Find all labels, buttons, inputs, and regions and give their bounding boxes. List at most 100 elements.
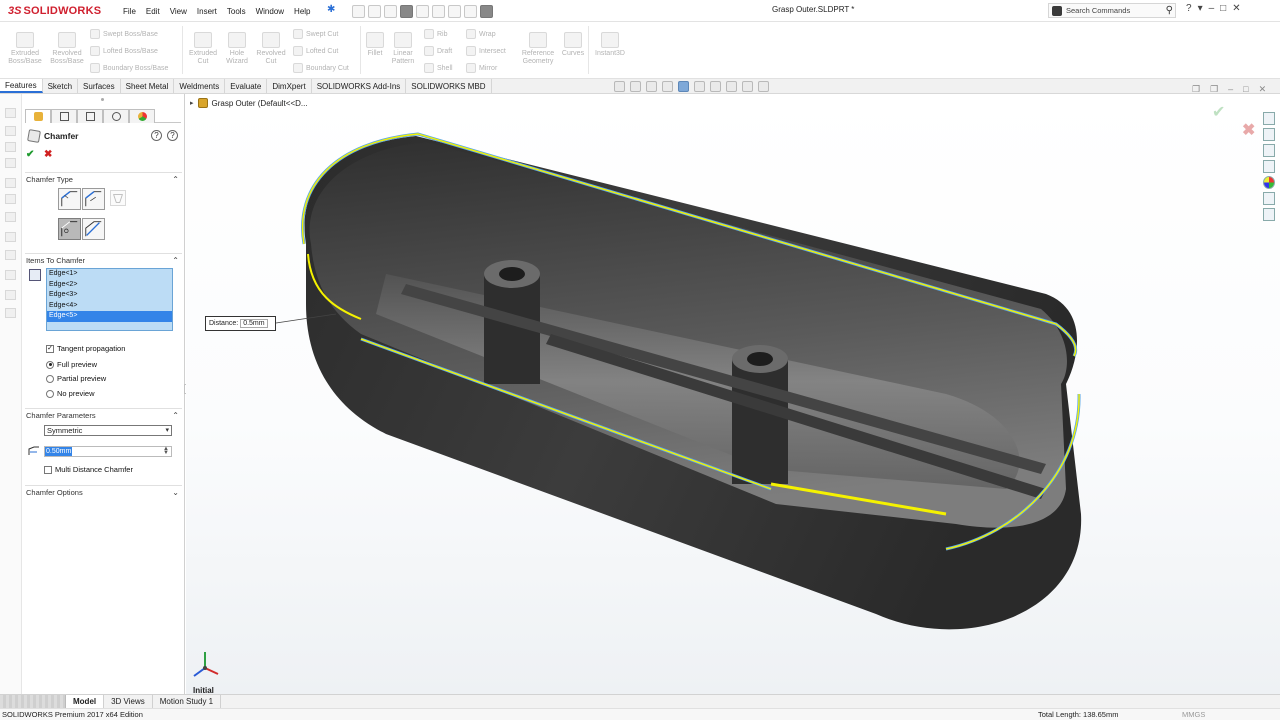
distance-input[interactable]: 0.50mm ▲ ▼ xyxy=(44,446,172,457)
zoom-to-area-icon[interactable] xyxy=(630,81,641,92)
tree-item-icon[interactable] xyxy=(5,142,16,152)
intersect-button[interactable]: Intersect xyxy=(466,46,506,56)
tab-solidworks-mbd[interactable]: SOLIDWORKS MBD xyxy=(406,79,492,93)
rib-button[interactable]: Rib xyxy=(424,29,448,39)
file-explorer-icon[interactable] xyxy=(1263,144,1275,157)
face-face-chamfer-button[interactable] xyxy=(82,218,105,240)
callout-value[interactable]: 0.5mm xyxy=(240,319,268,328)
apply-scene-icon[interactable] xyxy=(742,81,753,92)
chamfer-parameters-group-header[interactable]: Chamfer Parameters ⌃ xyxy=(25,408,182,421)
expand-chevron-icon[interactable]: ⌄ xyxy=(172,488,179,497)
custom-properties-icon[interactable] xyxy=(1263,192,1275,205)
solidworks-logo[interactable]: 3S SOLIDWORKS xyxy=(8,3,101,19)
tab-3d-views[interactable]: 3D Views xyxy=(104,695,153,708)
extruded-cut-button[interactable]: Extruded Cut xyxy=(184,32,222,66)
pin-menu-icon[interactable]: ✱ xyxy=(327,4,335,15)
tab-display-manager[interactable] xyxy=(129,109,155,123)
open-document-icon[interactable] xyxy=(368,4,381,18)
swept-boss-button[interactable]: Swept Boss/Base xyxy=(90,29,158,39)
unit-system-selector[interactable]: MMGS xyxy=(1182,710,1205,719)
instant3d-button[interactable]: Instant3D xyxy=(590,32,630,58)
distance-value[interactable]: 0.50mm xyxy=(45,447,73,456)
chamfer-options-group-header[interactable]: Chamfer Options ⌄ xyxy=(25,485,182,498)
hole-wizard-button[interactable]: Hole Wizard xyxy=(218,32,256,66)
search-scope-icon[interactable] xyxy=(1052,5,1062,16)
tree-item-icon[interactable] xyxy=(5,212,16,222)
revolved-boss-button[interactable]: Revolved Boss/Base xyxy=(48,32,86,66)
menu-file[interactable]: File xyxy=(118,7,141,16)
swept-cut-button[interactable]: Swept Cut xyxy=(293,29,338,39)
tree-item-icon[interactable] xyxy=(5,178,16,188)
chamfer-method-select[interactable]: Symmetric ▾ xyxy=(44,425,172,436)
tree-item-icon[interactable] xyxy=(5,250,16,260)
tab-motion-study-1[interactable]: Motion Study 1 xyxy=(153,695,222,708)
undo-icon[interactable] xyxy=(416,4,429,18)
tab-configuration-manager[interactable] xyxy=(77,109,103,123)
tree-item-icon[interactable] xyxy=(5,290,16,300)
tree-item-icon[interactable] xyxy=(5,108,16,118)
radio-selected-icon[interactable] xyxy=(46,360,54,369)
chamfer-type-group-header[interactable]: Chamfer Type ⌃ xyxy=(25,172,182,185)
collapse-chevron-icon[interactable]: ⌃ xyxy=(172,256,179,265)
collapse-chevron-icon[interactable]: ⌃ xyxy=(172,411,179,420)
tab-feature-manager[interactable] xyxy=(51,109,77,123)
whats-wrong-icon[interactable]: ? xyxy=(167,130,178,141)
checkbox-checked-icon[interactable]: ✓ xyxy=(46,344,54,353)
extruded-boss-button[interactable]: Extruded Boss/Base xyxy=(6,32,44,66)
view-settings-icon[interactable] xyxy=(758,81,769,92)
offset-face-chamfer-button[interactable] xyxy=(58,218,81,240)
list-item[interactable]: Edge<4> xyxy=(47,301,172,312)
section-view-icon[interactable] xyxy=(662,81,673,92)
display-style-icon[interactable] xyxy=(694,81,705,92)
list-item-selected[interactable]: Edge<5> xyxy=(47,311,172,322)
confirmation-corner-cancel-icon[interactable]: ✖ xyxy=(1242,120,1255,140)
print-icon[interactable] xyxy=(400,4,413,18)
chevron-down-icon[interactable]: ▾ xyxy=(165,426,169,435)
draft-button[interactable]: Draft xyxy=(424,46,452,56)
graphics-area[interactable] xyxy=(186,94,1280,694)
tab-weldments[interactable]: Weldments xyxy=(174,79,226,93)
tree-item-icon[interactable] xyxy=(5,126,16,136)
solidworks-resources-icon[interactable] xyxy=(1263,112,1275,125)
list-item[interactable]: Edge<3> xyxy=(47,290,172,301)
maximize-button[interactable]: □ xyxy=(1220,3,1226,14)
reference-geometry-button[interactable]: Reference Geometry xyxy=(517,32,559,66)
view-palette-icon[interactable] xyxy=(1263,160,1275,173)
tree-item-icon[interactable] xyxy=(5,194,16,204)
search-icon[interactable]: ⚲ xyxy=(1166,5,1173,16)
items-to-chamfer-group-header[interactable]: Items To Chamfer ⌃ xyxy=(25,253,182,266)
tab-sheet-metal[interactable]: Sheet Metal xyxy=(121,79,175,93)
select-icon[interactable] xyxy=(432,4,445,18)
search-input[interactable]: Search Commands xyxy=(1066,6,1130,15)
design-library-icon[interactable] xyxy=(1263,128,1275,141)
tab-dimxpert[interactable]: DimXpert xyxy=(267,79,312,93)
vertex-chamfer-button[interactable] xyxy=(110,190,126,206)
minimize-button[interactable]: – xyxy=(1209,3,1215,14)
help-dropdown-icon[interactable]: ▾ xyxy=(1198,3,1203,14)
menu-edit[interactable]: Edit xyxy=(141,7,165,16)
tree-item-icon[interactable] xyxy=(5,158,16,168)
lofted-boss-button[interactable]: Lofted Boss/Base xyxy=(90,46,158,56)
model-viewport[interactable] xyxy=(186,94,1280,694)
tab-scroll-arrows[interactable] xyxy=(0,695,66,708)
help-icon[interactable]: ? xyxy=(1186,3,1192,14)
new-document-icon[interactable] xyxy=(352,4,365,18)
rebuild-icon[interactable] xyxy=(448,4,461,18)
distance-callout[interactable]: Distance: 0.5mm xyxy=(205,316,276,331)
flyout-feature-tree[interactable]: ▸ Grasp Outer (Default<<D... xyxy=(190,98,308,108)
hide-show-items-icon[interactable] xyxy=(710,81,721,92)
tree-item-icon[interactable] xyxy=(5,232,16,242)
no-preview-radio[interactable]: No preview xyxy=(46,389,95,398)
checkbox-unchecked-icon[interactable] xyxy=(44,465,52,474)
shell-button[interactable]: Shell xyxy=(424,63,453,73)
curves-button[interactable]: Curves xyxy=(560,32,586,58)
part-name[interactable]: Grasp Outer (Default<<D... xyxy=(212,99,308,108)
tangent-propagation-checkbox[interactable]: ✓ Tangent propagation xyxy=(46,344,125,353)
file-properties-icon[interactable] xyxy=(464,4,477,18)
cancel-button[interactable]: ✖ xyxy=(44,149,52,160)
tree-item-icon[interactable] xyxy=(5,270,16,280)
list-item[interactable]: Edge<1> xyxy=(47,269,172,280)
tab-sketch[interactable]: Sketch xyxy=(43,79,79,93)
close-button[interactable]: ✕ xyxy=(1232,3,1240,14)
tree-item-icon[interactable] xyxy=(5,308,16,318)
